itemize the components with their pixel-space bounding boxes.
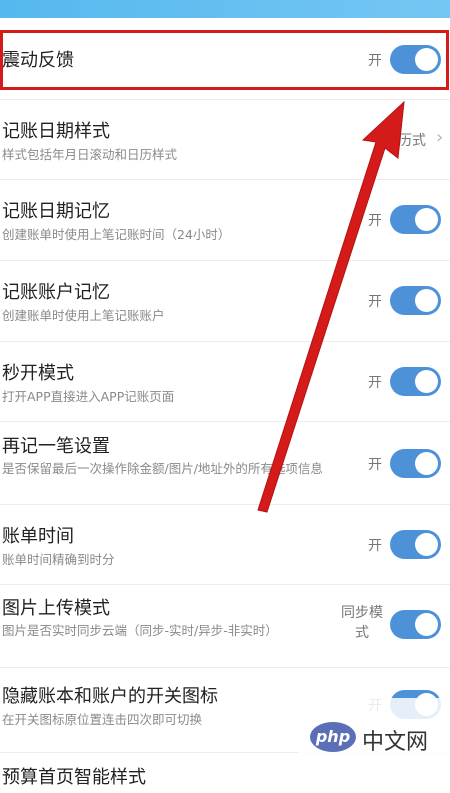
image-upload-toggle[interactable] [390, 610, 441, 639]
setting-subtitle: 图片是否实时同步云端（同步-实时/异步-非实时） [2, 623, 278, 638]
quick-open-toggle[interactable] [390, 367, 441, 396]
setting-state-label: 开 [368, 53, 382, 69]
vibration-toggle[interactable] [390, 45, 441, 74]
toggle-knob [415, 208, 438, 231]
setting-subtitle: 创建账单时使用上笔记账账户 [2, 308, 165, 323]
watermark-text: 中文网 [362, 730, 429, 755]
setting-subtitle: 是否保留最后一次操作除金额/图片/地址外的所有选项信息 [2, 461, 323, 476]
status-bar [0, 0, 450, 18]
toggle-knob [415, 613, 438, 636]
setting-subtitle: 打开APP直接进入APP记账页面 [2, 389, 175, 404]
toggle-knob [415, 370, 438, 393]
setting-title: 记账账户记忆 [2, 282, 110, 303]
setting-title: 账单时间 [2, 526, 74, 547]
setting-row-account-memory[interactable]: 记账账户记忆 创建账单时使用上笔记账账户 开 [0, 261, 450, 342]
setting-state-label: 开 [368, 457, 382, 473]
setting-row-quick-open[interactable]: 秒开模式 打开APP直接进入APP记账页面 开 [0, 342, 450, 422]
toggle-knob [415, 48, 438, 71]
toggle-knob [415, 533, 438, 556]
setting-title: 再记一笔设置 [2, 436, 110, 457]
setting-state-label: 开 [368, 538, 382, 554]
setting-value-label: 历式 [398, 133, 426, 149]
setting-row-bill-time[interactable]: 账单时间 账单时间精确到时分 开 [0, 505, 450, 585]
setting-row-date-memory[interactable]: 记账日期记忆 创建账单时使用上笔记账时间（24小时） 开 [0, 180, 450, 261]
php-logo: php [310, 722, 356, 752]
setting-row-vibration-feedback[interactable]: 震动反馈 开 [0, 30, 450, 100]
toggle-knob [415, 452, 438, 475]
date-memory-toggle[interactable] [390, 205, 441, 234]
setting-title: 图片上传模式 [2, 598, 110, 619]
setting-state-label: 开 [368, 213, 382, 229]
setting-subtitle: 样式包括年月日滚动和日历样式 [2, 147, 178, 162]
setting-state-label: 开 [368, 294, 382, 310]
setting-row-record-again[interactable]: 再记一笔设置 是否保留最后一次操作除金额/图片/地址外的所有选项信息 开 [0, 422, 450, 505]
setting-title: 秒开模式 [2, 363, 74, 384]
setting-row-image-upload[interactable]: 图片上传模式 图片是否实时同步云端（同步-实时/异步-非实时） 同步模式 [0, 585, 450, 668]
setting-row-date-style[interactable]: 记账日期样式 样式包括年月日滚动和日历样式 历式 › [0, 100, 450, 180]
setting-value-label: 同步模式 [341, 605, 383, 641]
setting-title: 记账日期记忆 [2, 201, 110, 222]
chevron-right-icon: › [436, 127, 444, 148]
bill-time-toggle[interactable] [390, 530, 441, 559]
account-memory-toggle[interactable] [390, 286, 441, 315]
watermark: php 中文网 [298, 698, 450, 781]
setting-title: 震动反馈 [2, 50, 74, 71]
toggle-knob [415, 289, 438, 312]
setting-state-label: 开 [368, 375, 382, 391]
setting-subtitle: 账单时间精确到时分 [2, 552, 115, 567]
setting-subtitle: 在开关图标原位置连击四次即可切换 [2, 712, 203, 727]
setting-title: 隐藏账本和账户的开关图标 [2, 686, 218, 707]
setting-title: 记账日期样式 [2, 121, 110, 142]
setting-title: 预算首页智能样式 [2, 767, 146, 788]
setting-subtitle: 创建账单时使用上笔记账时间（24小时） [2, 227, 231, 242]
record-again-toggle[interactable] [390, 449, 441, 478]
